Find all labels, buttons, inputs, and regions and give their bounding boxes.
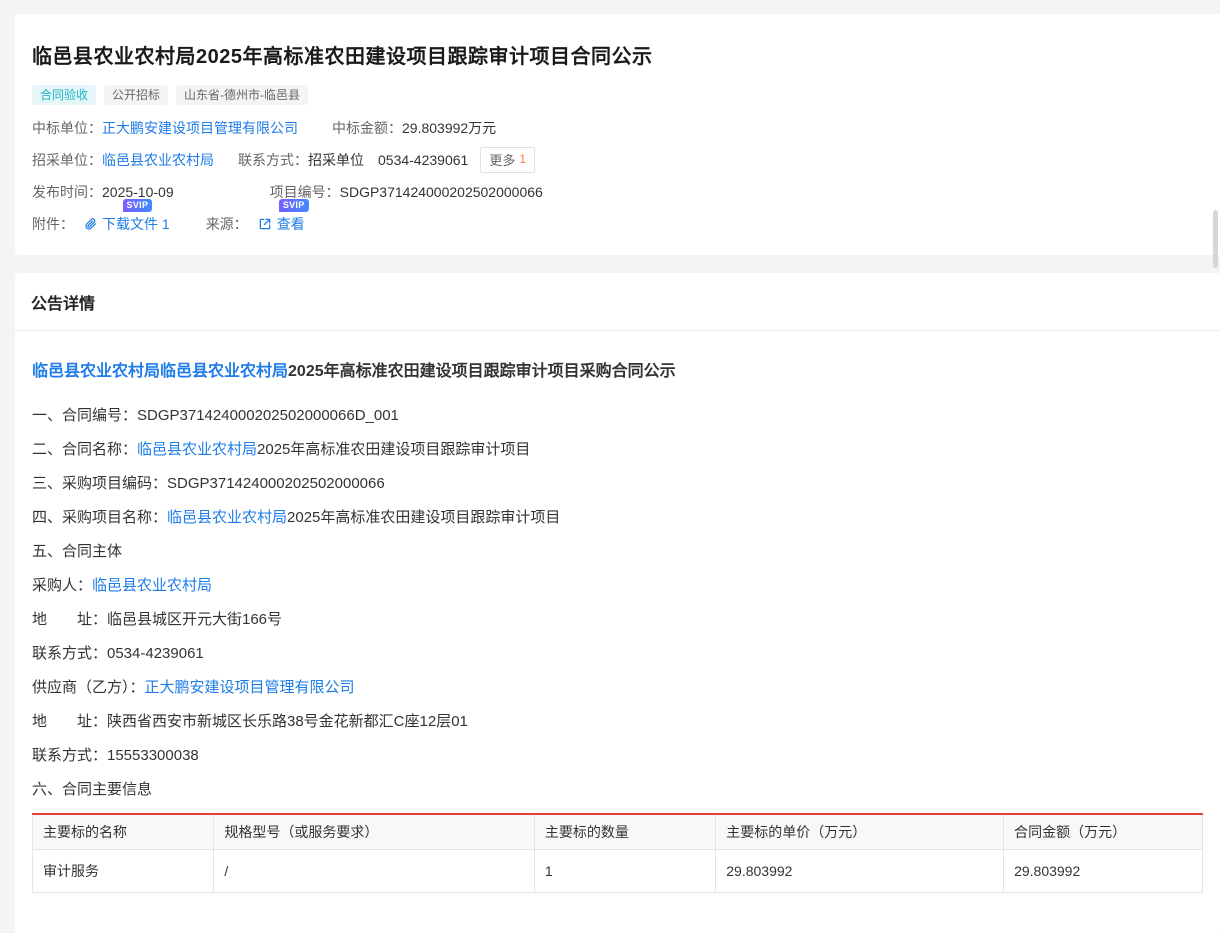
more-button-label: 更多 [489, 150, 515, 169]
purchaser-label: 招采单位： [32, 150, 102, 170]
paragraph-text: 地 址：陕西省西安市新城区长乐路38号金花新都汇C座12层01 [32, 713, 468, 730]
publish-date-label: 发布时间： [32, 182, 102, 202]
section-title: 公告详情 [31, 296, 95, 313]
status-tag: 合同验收 [32, 85, 96, 105]
announcement-paragraph: 六、合同主要信息 [32, 779, 1203, 800]
tag-row: 合同验收公开招标山东省-德州市-临邑县 [32, 85, 1202, 105]
purchaser-link[interactable]: 临邑县农业农村局 [102, 150, 214, 170]
table-header-cell: 主要标的单价（万元） [716, 814, 1004, 850]
table-header-row: 主要标的名称规格型号（或服务要求）主要标的数量主要标的单价（万元）合同金额（万元… [33, 814, 1203, 850]
announcement-heading: 临邑县农业农村局临邑县农业农村局2025年高标准农田建设项目跟踪审计项目采购合同… [32, 357, 1203, 381]
announcement-body: 临邑县农业农村局临邑县农业农村局2025年高标准农田建设项目跟踪审计项目采购合同… [15, 331, 1220, 933]
announcement-paragraph: 五、合同主体 [32, 541, 1203, 562]
heading-text: 2025年高标准农田建设项目跟踪审计项目采购合同公示 [288, 363, 676, 380]
contact-label: 联系方式： [238, 150, 308, 170]
project-no-value: SDGP371424000202502000066 [340, 184, 543, 200]
info-tag: 山东省-德州市-临邑县 [176, 85, 308, 105]
paragraph-text: 联系方式：0534-4239061 [32, 645, 204, 662]
entity-link[interactable]: 临邑县农业农村局 [137, 441, 257, 458]
amount-value: 29.803992万元 [402, 118, 496, 138]
announcement-detail-card: 公告详情 临邑县农业农村局临邑县农业农村局2025年高标准农田建设项目跟踪审计项… [15, 273, 1220, 933]
announcement-paragraph: 一、合同编号：SDGP371424000202502000066D_001 [32, 405, 1203, 426]
announcement-paragraphs: 一、合同编号：SDGP371424000202502000066D_001 二、合… [32, 405, 1203, 800]
more-button[interactable]: 更多 1 [480, 147, 535, 173]
paragraph-text: 一、合同编号：SDGP371424000202502000066D_001 [32, 407, 399, 424]
meta-row-purchaser: 招采单位： 临邑县农业农村局 联系方式： 招采单位 0534-4239061 更… [32, 150, 1202, 169]
table-cell: 1 [534, 850, 715, 893]
table-header-cell: 规格型号（或服务要求） [214, 814, 535, 850]
announcement-paragraph: 二、合同名称：临邑县农业农村局2025年高标准农田建设项目跟踪审计项目 [32, 439, 1203, 460]
entity-link[interactable]: 临邑县农业农村局 [167, 509, 287, 526]
section-header: 公告详情 [15, 273, 1220, 331]
entity-link[interactable]: 临邑县农业农村局 [92, 577, 212, 594]
announcement-paragraph: 四、采购项目名称：临邑县农业农村局2025年高标准农田建设项目跟踪审计项目 [32, 507, 1203, 528]
paragraph-text: 采购人： [32, 577, 92, 594]
amount-label: 中标金额： [332, 118, 402, 138]
view-source-link[interactable]: 查看 [277, 214, 305, 234]
announcement-paragraph: 供应商（乙方）：正大鹏安建设项目管理有限公司 [32, 677, 1203, 698]
heading-org-link[interactable]: 临邑县农业农村局临邑县农业农村局 [32, 363, 288, 380]
table-header-cell: 主要标的数量 [534, 814, 715, 850]
paragraph-text: 三、采购项目编码：SDGP371424000202502000066 [32, 475, 385, 492]
table-cell: 29.803992 [716, 850, 1004, 893]
winner-label: 中标单位： [32, 118, 102, 138]
download-file-link[interactable]: 下载文件 1 [102, 214, 170, 234]
publish-date-value: 2025-10-09 [102, 184, 174, 200]
paragraph-text: 2025年高标准农田建设项目跟踪审计项目 [287, 509, 560, 526]
attachment-download-link[interactable]: SVIP 下载文件 1 [84, 214, 170, 234]
summary-card: 临邑县农业农村局2025年高标准农田建设项目跟踪审计项目合同公示 合同验收公开招… [15, 14, 1220, 255]
announcement-paragraph: 地 址：临邑县城区开元大街166号 [32, 609, 1203, 630]
meta-row-winner: 中标单位： 正大鹏安建设项目管理有限公司 中标金额： 29.803992万元 [32, 118, 1202, 137]
table-cell: 29.803992 [1004, 850, 1203, 893]
paperclip-icon [84, 217, 97, 230]
announcement-paragraph: 三、采购项目编码：SDGP371424000202502000066 [32, 473, 1203, 494]
table-cell: / [214, 850, 535, 893]
paragraph-text: 供应商（乙方）： [32, 679, 145, 696]
paragraph-text: 二、合同名称： [32, 441, 137, 458]
more-count-badge: 1 [519, 152, 526, 166]
table-header-cell: 主要标的名称 [33, 814, 214, 850]
announcement-paragraph: 采购人：临邑县农业农村局 [32, 575, 1203, 596]
winner-link[interactable]: 正大鹏安建设项目管理有限公司 [102, 118, 298, 138]
announcement-paragraph: 地 址：陕西省西安市新城区长乐路38号金花新都汇C座12层01 [32, 711, 1203, 732]
table-cell: 审计服务 [33, 850, 214, 893]
meta-row-publish: 发布时间： 2025-10-09 项目编号： SDGP3714240002025… [32, 182, 1202, 201]
page: 临邑县农业农村局2025年高标准农田建设项目跟踪审计项目合同公示 合同验收公开招… [0, 14, 1220, 933]
table-row: 审计服务/129.80399229.803992 [33, 850, 1203, 893]
attachment-label: 附件： [32, 214, 74, 234]
table-header-cell: 合同金额（万元） [1004, 814, 1203, 850]
page-title: 临邑县农业农村局2025年高标准农田建设项目跟踪审计项目合同公示 [32, 40, 1202, 69]
source-label: 来源： [206, 214, 248, 234]
paragraph-text: 六、合同主要信息 [32, 781, 152, 798]
svip-badge: SVIP [123, 199, 153, 212]
paragraph-text: 地 址：临邑县城区开元大街166号 [32, 611, 282, 628]
external-link-icon [258, 217, 272, 231]
paragraph-text: 联系方式：15553300038 [32, 747, 199, 764]
announcement-paragraph: 联系方式：15553300038 [32, 745, 1203, 766]
announcement-paragraph: 联系方式：0534-4239061 [32, 643, 1203, 664]
contact-value: 招采单位 0534-4239061 [308, 150, 468, 170]
paragraph-text: 五、合同主体 [32, 543, 122, 560]
paragraph-text: 2025年高标准农田建设项目跟踪审计项目 [257, 441, 530, 458]
svip-badge: SVIP [279, 199, 309, 212]
info-tag: 公开招标 [104, 85, 168, 105]
source-view-link[interactable]: SVIP 查看 [258, 214, 305, 234]
paragraph-text: 四、采购项目名称： [32, 509, 167, 526]
scrollbar-thumb[interactable] [1213, 210, 1218, 268]
entity-link[interactable]: 正大鹏安建设项目管理有限公司 [145, 679, 355, 696]
meta-row-attachment: 附件： SVIP 下载文件 1 来源： SVIP 查看 [32, 214, 1202, 233]
contract-info-table: 主要标的名称规格型号（或服务要求）主要标的数量主要标的单价（万元）合同金额（万元… [32, 813, 1203, 893]
